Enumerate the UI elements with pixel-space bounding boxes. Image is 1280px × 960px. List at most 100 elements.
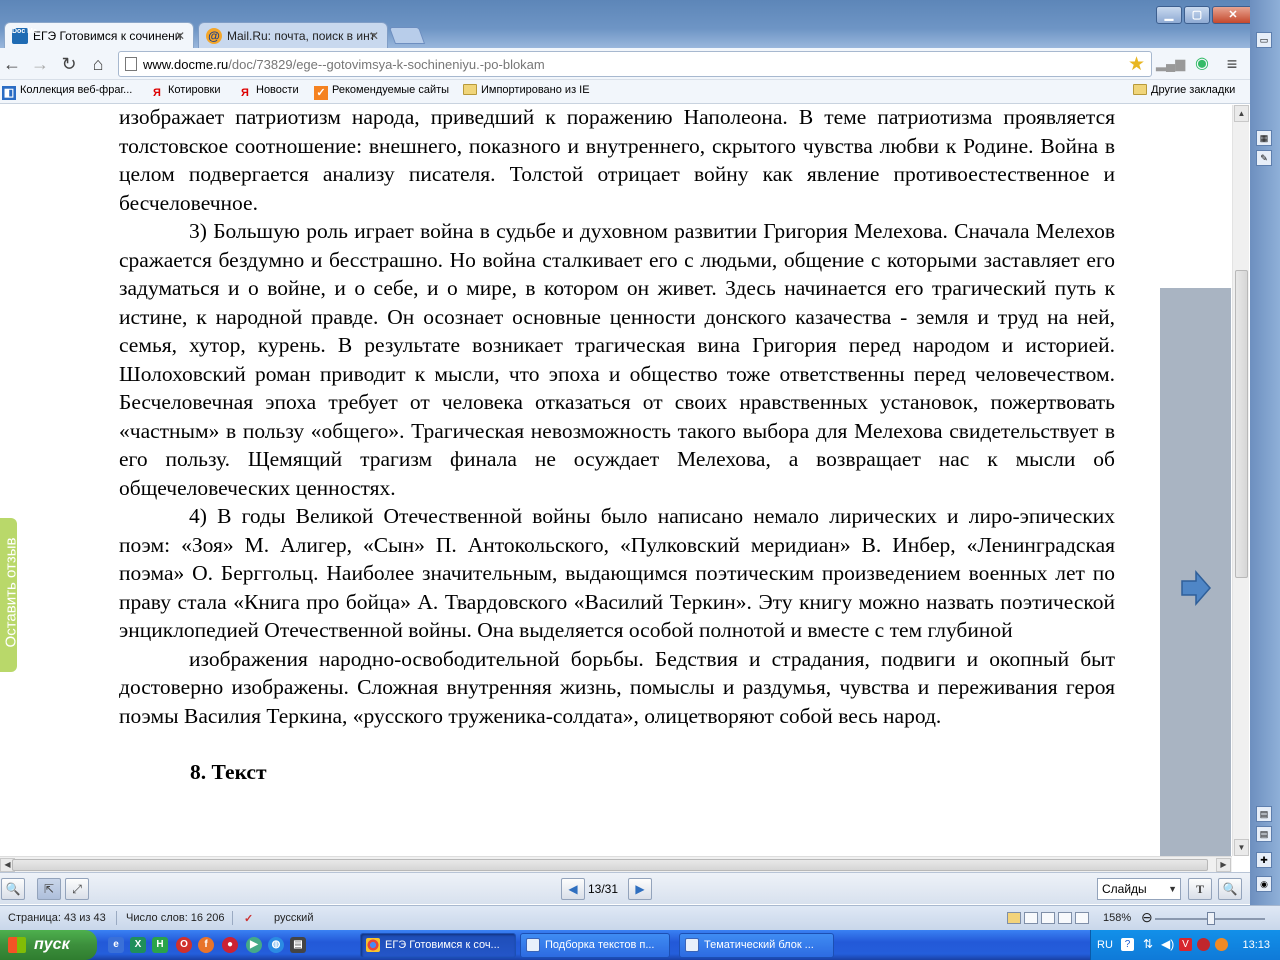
search-icon[interactable]: 🔍 bbox=[1218, 878, 1242, 900]
address-bar[interactable]: www.docme.ru/doc/73829/ege--gotovimsya-k… bbox=[118, 51, 1152, 77]
language-status[interactable]: русский bbox=[274, 912, 313, 924]
zoom-slider[interactable] bbox=[1155, 912, 1265, 925]
scroll-thumb[interactable] bbox=[12, 859, 1208, 871]
side-panel-icon[interactable]: ✚ bbox=[1256, 852, 1272, 868]
outer-window-right-edge: ▭ ▦ ✎ ▤ ▤ ✚ ◉ ⊕ bbox=[1250, 0, 1280, 930]
zoom-slider-handle[interactable] bbox=[1207, 912, 1215, 925]
separator bbox=[116, 911, 117, 925]
media-quicklaunch-icon[interactable]: ▶ bbox=[246, 937, 262, 953]
web-layout-icon[interactable] bbox=[1041, 912, 1055, 924]
menu-icon[interactable]: ≡ bbox=[1220, 52, 1244, 76]
clock[interactable]: 13:13 bbox=[1242, 939, 1270, 951]
other-bookmarks[interactable]: Другие закладки bbox=[1133, 84, 1235, 96]
ie-quicklaunch-icon[interactable]: e bbox=[108, 937, 124, 953]
volume-icon[interactable]: ◀) bbox=[1161, 938, 1174, 951]
next-page-button[interactable]: ▶ bbox=[628, 878, 652, 900]
yandex-icon: Я bbox=[241, 87, 249, 99]
next-page-panel[interactable] bbox=[1160, 288, 1231, 856]
page-status[interactable]: Страница: 43 из 43 bbox=[8, 912, 106, 924]
tray-app-icon[interactable] bbox=[1197, 938, 1210, 951]
scroll-right-icon[interactable]: ▶ bbox=[1216, 858, 1231, 872]
maximize-button[interactable]: ▢ bbox=[1184, 6, 1210, 24]
extension-icon[interactable]: ◉ bbox=[1190, 52, 1214, 76]
bookmark-news[interactable]: Я Новости bbox=[238, 84, 299, 100]
side-panel-icon[interactable]: ▭ bbox=[1256, 32, 1272, 48]
spellcheck-icon[interactable]: ✓ bbox=[244, 912, 253, 925]
desktop-quicklaunch-icon[interactable]: ▤ bbox=[290, 937, 306, 953]
start-button[interactable]: пуск bbox=[0, 930, 97, 960]
vertical-scrollbar[interactable]: ▲ ▼ bbox=[1232, 105, 1249, 856]
text-tool-icon[interactable]: T bbox=[1188, 878, 1212, 900]
web-slice-icon: ◧ bbox=[2, 86, 16, 100]
previous-page-button[interactable]: ◀ bbox=[561, 878, 585, 900]
horizontal-scrollbar[interactable]: ◀ ▶ bbox=[0, 856, 1232, 872]
folder-icon bbox=[463, 84, 477, 95]
mailru-favicon-icon: @ bbox=[206, 28, 222, 44]
view-mode-select[interactable]: Слайды ▼ bbox=[1097, 878, 1181, 900]
system-tray: RU ? ⇅ ◀) V 13:13 bbox=[1090, 930, 1280, 960]
zoom-level[interactable]: 158% bbox=[1103, 912, 1131, 924]
tab-close-icon[interactable]: ✕ bbox=[369, 23, 379, 48]
section-heading: 8. Текст bbox=[190, 760, 267, 784]
folder-icon bbox=[1133, 84, 1147, 95]
side-panel-icon[interactable]: ▦ bbox=[1256, 130, 1272, 146]
draft-layout-icon[interactable] bbox=[1075, 912, 1089, 924]
url-text[interactable]: www.docme.ru/doc/73829/ege--gotovimsya-k… bbox=[143, 57, 545, 72]
back-arrow-icon[interactable]: ← bbox=[0, 52, 24, 76]
bookmark-suggested-sites[interactable]: ✓ Рекомендуемые сайты bbox=[314, 84, 449, 100]
bookmark-star-icon[interactable]: ★ bbox=[1128, 53, 1145, 76]
close-window-button[interactable]: ✕ bbox=[1212, 6, 1254, 24]
tab-title: ЕГЭ Готовимся к сочинени bbox=[33, 29, 182, 43]
opera-quicklaunch-icon[interactable]: O bbox=[176, 937, 192, 953]
zoom-tool-icon[interactable]: 🔍 bbox=[1, 878, 25, 900]
help-icon[interactable]: ? bbox=[1121, 938, 1134, 951]
app-quicklaunch-icon[interactable]: H bbox=[152, 937, 168, 953]
feedback-tab[interactable]: Оставить отзыв bbox=[0, 518, 20, 672]
forward-arrow-icon[interactable]: → bbox=[28, 52, 52, 76]
bookmark-web-fragments[interactable]: ◧ Коллекция веб-фраг... bbox=[2, 84, 132, 100]
excel-quicklaunch-icon[interactable]: X bbox=[130, 937, 146, 953]
tab-docme[interactable]: Doc Me ЕГЭ Готовимся к сочинени ✕ bbox=[4, 22, 194, 48]
separator bbox=[232, 911, 233, 925]
reload-icon[interactable]: ↻ bbox=[57, 52, 81, 76]
select-tool-icon[interactable]: ⇱ bbox=[37, 878, 61, 900]
antivirus-icon[interactable]: V bbox=[1179, 938, 1192, 951]
document-text: изображает патриотизм народа, приведший … bbox=[119, 105, 1115, 787]
bookmark-quotes[interactable]: Я Котировки bbox=[150, 84, 220, 100]
print-layout-icon[interactable] bbox=[1007, 912, 1021, 924]
scroll-down-icon[interactable]: ▼ bbox=[1234, 839, 1249, 856]
chrome-icon bbox=[366, 938, 380, 952]
tab-mailru[interactable]: @ Mail.Ru: почта, поиск в инт ✕ bbox=[198, 22, 388, 48]
firefox-quicklaunch-icon[interactable]: f bbox=[198, 937, 214, 953]
paragraph: 3) Большую роль играет война в судьбе и … bbox=[119, 219, 1115, 500]
app-quicklaunch-icon[interactable]: ● bbox=[222, 937, 238, 953]
taskbar-item-word-1[interactable]: Подборка текстов п... bbox=[520, 933, 670, 958]
reading-layout-icon[interactable] bbox=[1024, 912, 1038, 924]
outline-layout-icon[interactable] bbox=[1058, 912, 1072, 924]
side-panel-icon[interactable]: ▤ bbox=[1256, 806, 1272, 822]
scroll-thumb[interactable] bbox=[1235, 270, 1248, 578]
feedback-label: Оставить отзыв bbox=[2, 537, 20, 648]
new-tab-button[interactable] bbox=[388, 27, 426, 44]
bookmark-imported-ie[interactable]: Импортировано из IE bbox=[463, 84, 590, 96]
minimize-button[interactable]: ▁ bbox=[1156, 6, 1182, 24]
signal-bars-icon[interactable]: ▂▄▆ bbox=[1156, 52, 1185, 76]
fit-page-icon[interactable]: ⤢ bbox=[65, 878, 89, 900]
word-count[interactable]: Число слов: 16 206 bbox=[126, 912, 224, 924]
docme-favicon-icon: Doc Me bbox=[12, 28, 37, 44]
keyboard-language[interactable]: RU bbox=[1097, 939, 1113, 951]
home-icon[interactable]: ⌂ bbox=[86, 52, 110, 76]
tray-app-icon[interactable] bbox=[1215, 938, 1228, 951]
taskbar-item-chrome[interactable]: ЕГЭ Готовимся к соч... bbox=[360, 933, 516, 958]
side-panel-icon[interactable]: ◉ bbox=[1256, 876, 1272, 892]
paragraph: 4) В годы Великой Отечественной войны бы… bbox=[119, 504, 1115, 642]
scroll-up-icon[interactable]: ▲ bbox=[1234, 105, 1249, 122]
arrows-icon[interactable]: ⇅ bbox=[1143, 938, 1156, 951]
document-viewer[interactable]: изображает патриотизм народа, приведший … bbox=[0, 105, 1232, 856]
globe-quicklaunch-icon[interactable]: ◍ bbox=[268, 937, 284, 953]
taskbar-item-word-2[interactable]: Тематический блок ... bbox=[679, 933, 834, 958]
side-panel-icon[interactable]: ✎ bbox=[1256, 150, 1272, 166]
tab-close-icon[interactable]: ✕ bbox=[175, 23, 185, 48]
side-panel-icon[interactable]: ▤ bbox=[1256, 826, 1272, 842]
zoom-out-icon[interactable]: ⊖ bbox=[1141, 909, 1153, 926]
